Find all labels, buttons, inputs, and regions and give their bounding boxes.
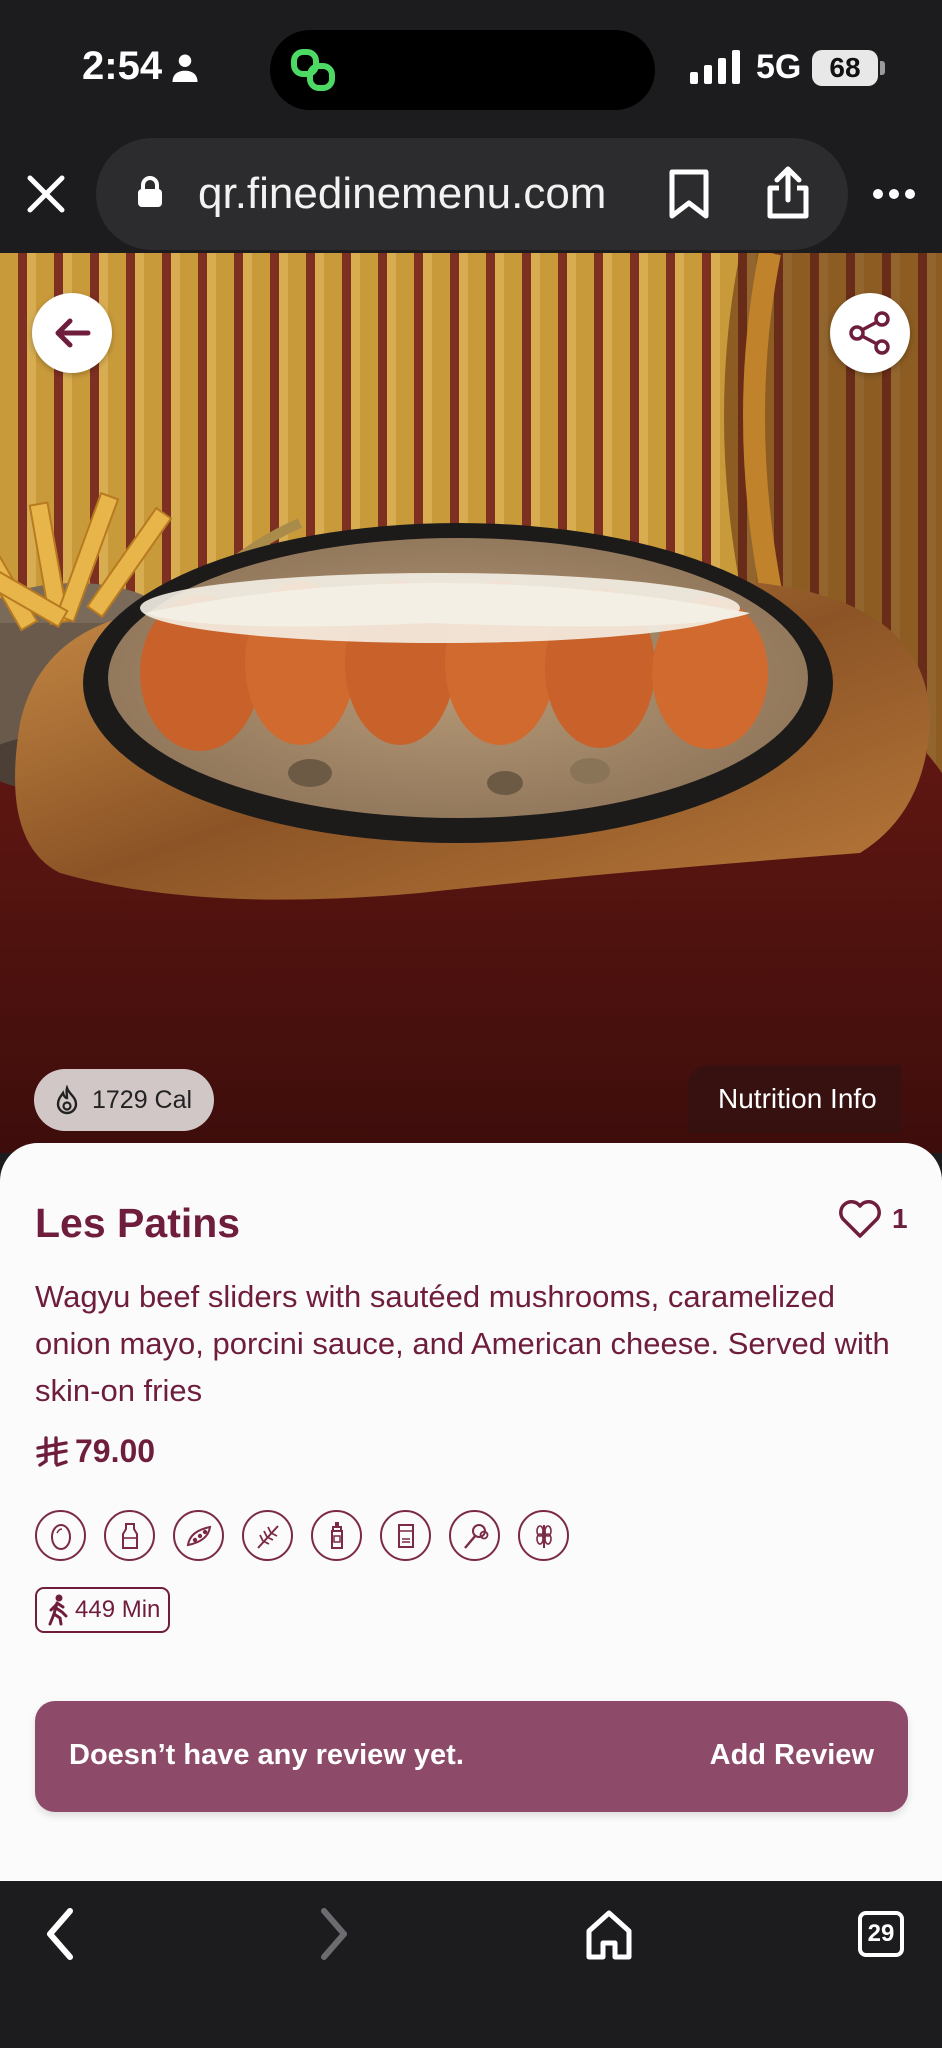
calories-badge: 1729 Cal <box>34 1069 215 1131</box>
link-chain-icon <box>291 49 335 91</box>
milk-icon[interactable] <box>104 1510 155 1561</box>
riyal-currency-icon <box>36 1435 68 1467</box>
walking-person-icon <box>48 1594 68 1626</box>
chevron-left-icon[interactable] <box>40 1905 80 1963</box>
allergen-list <box>35 1510 569 1561</box>
battery-indicator: 68 <box>812 50 885 86</box>
egg-icon[interactable] <box>35 1510 86 1561</box>
url-text: qr.finedinemenu.com <box>198 169 607 218</box>
like-count: 1 <box>892 1203 908 1234</box>
tabs-button[interactable]: 29 <box>858 1911 904 1957</box>
status-bar: 2:54 5G 68 <box>0 0 942 138</box>
dish-title: Les Patins <box>35 1200 241 1246</box>
like-button[interactable]: 1 <box>838 1199 908 1239</box>
bookmark-icon[interactable] <box>666 168 712 220</box>
dish-price: 79.00 <box>35 1433 155 1470</box>
gluten-icon[interactable] <box>518 1510 569 1561</box>
share-icon[interactable] <box>764 166 812 220</box>
wheat-icon[interactable] <box>242 1510 293 1561</box>
browser-bottom-nav: 29 <box>0 1881 942 2048</box>
chevron-right-icon[interactable] <box>314 1905 354 1963</box>
soy-icon[interactable] <box>173 1510 224 1561</box>
price-value: 79.00 <box>75 1433 156 1469</box>
address-bar[interactable]: qr.finedinemenu.com <box>96 138 848 250</box>
dish-illustration <box>0 253 942 1153</box>
signal-icon <box>690 50 740 84</box>
dish-details-card: Les Patins 1 Wagyu beef sliders with sau… <box>0 1143 942 1881</box>
calories-text: 1729 Cal <box>92 1085 193 1114</box>
add-review-button[interactable]: Add Review <box>710 1739 874 1772</box>
lock-icon <box>138 176 162 207</box>
share-dish-button[interactable] <box>830 293 910 373</box>
back-button[interactable] <box>32 293 112 373</box>
review-bar: Doesn’t have any review yet. Add Review <box>35 1701 908 1812</box>
heart-icon <box>839 1200 881 1238</box>
dish-photo: 1729 Cal Nutrition Info <box>0 253 942 1153</box>
flame-icon <box>56 1085 78 1115</box>
nutrition-info-button[interactable]: Nutrition Info <box>688 1065 901 1133</box>
close-icon[interactable] <box>22 170 70 218</box>
network-type: 5G <box>756 48 802 86</box>
browser-toolbar: qr.finedinemenu.com <box>0 138 942 253</box>
mustard-icon[interactable] <box>311 1510 362 1561</box>
share-nodes-icon <box>849 311 890 355</box>
prep-time-text: 449 Min <box>75 1596 161 1623</box>
home-icon[interactable] <box>584 1905 634 1963</box>
more-options-icon[interactable] <box>870 180 918 208</box>
time-text: 2:54 <box>82 44 163 88</box>
dynamic-island <box>270 30 655 110</box>
arrow-left-icon <box>55 318 91 348</box>
prep-time-badge: 449 Min <box>35 1587 171 1633</box>
no-review-text: Doesn’t have any review yet. <box>69 1739 464 1771</box>
person-icon <box>172 54 198 82</box>
sulphite-icon[interactable] <box>380 1510 431 1561</box>
celery-icon[interactable] <box>449 1510 500 1561</box>
dish-description: Wagyu beef sliders with sautéed mushroom… <box>35 1279 890 1408</box>
status-time: 2:54 <box>82 44 200 89</box>
